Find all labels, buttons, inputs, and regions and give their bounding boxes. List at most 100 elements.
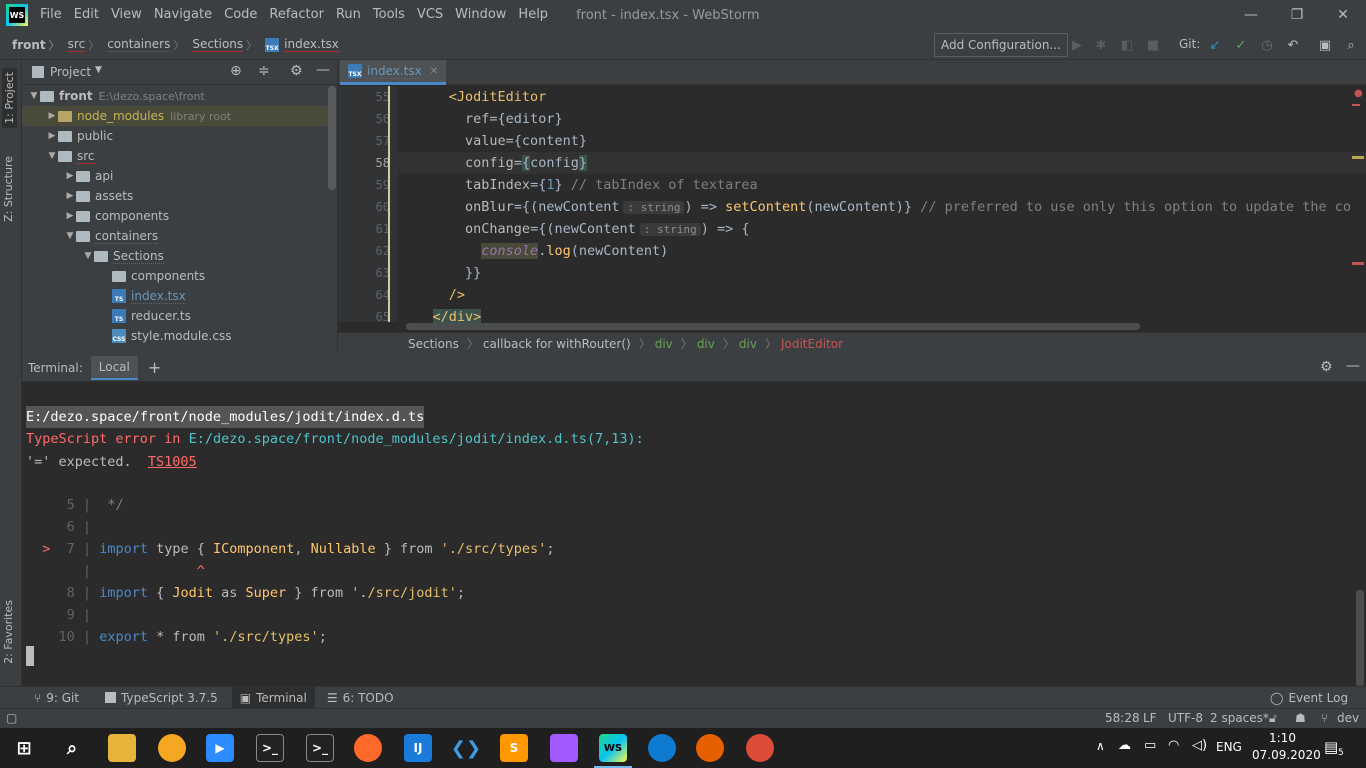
breadcrumb-sections[interactable]: Sections 〉 [192,37,257,53]
locate-icon[interactable]: ⊕ [230,63,242,79]
menu-code[interactable]: Code [218,0,263,30]
code-line-55[interactable]: <JoditEditor [400,86,547,108]
tree-item-containers[interactable]: ▼ containers [22,226,328,246]
tree-item-public[interactable]: ▶ public [22,126,328,146]
error-stripe-mark[interactable] [1352,104,1360,106]
debug-icon[interactable]: ✱ [1092,36,1110,54]
chevron-down-icon[interactable]: ▼ [28,91,40,101]
edge-icon[interactable] [648,734,676,762]
layout-icon[interactable]: ▣ [1316,36,1334,54]
breadcrumb-front[interactable]: front 〉 [12,37,60,53]
wifi-icon[interactable]: ◠ [1168,738,1179,753]
code-line-64[interactable]: /> [400,284,465,306]
chevron-down-icon[interactable]: ▼ [64,231,76,241]
sublime-icon[interactable]: S [500,734,528,762]
terminal-code-line-8[interactable]: 8 | import { Jodit as Super } from './sr… [26,582,465,604]
indent-setting[interactable]: 2 spaces* [1210,711,1269,725]
firefox-icon[interactable] [696,734,724,762]
console-app-icon[interactable]: >_ [306,734,334,762]
code-line-61[interactable]: onChange={(newContent: string) => { [400,218,749,240]
gear-icon[interactable]: ⚙ [1320,359,1333,375]
tree-item-sections[interactable]: ▼ Sections [22,246,328,266]
code-line-63[interactable]: }} [400,262,481,284]
terminal-path-line[interactable]: E:/dezo.space/front/node_modules/jodit/i… [26,406,425,428]
vscode-icon[interactable]: ❮❯ [451,734,481,762]
file-encoding[interactable]: UTF-8 [1168,711,1203,725]
error-indicator-icon[interactable]: ● [1354,88,1363,99]
hide-panel-icon[interactable]: — [1346,358,1360,374]
tree-item-style-module-css[interactable]: CSS style.module.css [22,326,328,346]
chevron-down-icon[interactable]: ▼ [82,251,94,261]
tree-item-src[interactable]: ▼ src [22,146,328,166]
chevron-right-icon[interactable]: ▶ [46,111,58,121]
inspector-icon[interactable]: ☗ [1295,711,1306,725]
terminal-code-line-9[interactable]: 9 | [26,604,91,626]
caret-position[interactable]: 58:28 [1105,711,1140,725]
terminal-expected-line[interactable]: '=' expected. TS1005 [26,451,197,473]
search-icon[interactable]: ⌕ [1342,36,1360,54]
crumb-callback[interactable]: callback for withRouter() [483,337,631,351]
terminal-scrollbar[interactable] [1356,590,1364,686]
tree-item-api[interactable]: ▶ api [22,166,328,186]
lock-icon[interactable]: 🔓︎ [1269,711,1277,726]
terminal-code-line-5[interactable]: 5 | */ [26,494,124,516]
tree-item-assets[interactable]: ▶ assets [22,186,328,206]
battery-icon[interactable]: ▭ [1144,738,1156,753]
close-button[interactable]: ✕ [1320,0,1366,30]
chevron-down-icon[interactable]: ▼ [46,151,58,161]
todo-tool-button[interactable]: ☰ 6: TODO [319,687,402,709]
tree-item-components[interactable]: ▶ components [22,206,328,226]
new-session-button[interactable]: + [148,358,161,377]
coverage-icon[interactable]: ◧ [1118,36,1136,54]
code-line-60[interactable]: onBlur={(newContent: string) => setConte… [400,196,1351,218]
menu-view[interactable]: View [105,0,148,30]
terminal-caret-line[interactable]: | ^ [26,560,205,582]
menu-tools[interactable]: Tools [367,0,411,30]
line-separator[interactable]: LF [1143,711,1157,725]
project-scrollbar[interactable] [328,86,336,190]
code-line-59[interactable]: tabIndex={1} // tabIndex of textarea [400,174,758,196]
figma-icon[interactable] [550,734,578,762]
tree-item-node-modules[interactable]: ▶ node_modules library root [22,106,328,126]
history-icon[interactable]: ◷ [1258,36,1276,54]
project-tool-tab[interactable]: 1: Project [2,68,17,128]
code-line-57[interactable]: value={content} [400,130,587,152]
terminal-tool-button[interactable]: ▣ Terminal [231,686,315,709]
postman-icon[interactable] [354,734,382,762]
menu-file[interactable]: File [34,0,68,30]
git-commit-icon[interactable]: ✓ [1232,36,1250,54]
crumb-sections[interactable]: Sections [408,337,459,351]
tray-network-error-icon[interactable]: ☁ [1118,738,1131,753]
run-icon[interactable]: ▶ [1068,36,1086,54]
hide-panel-icon[interactable]: — [316,62,330,78]
tree-item-components[interactable]: components [22,266,328,286]
search-icon[interactable]: ⌕ [58,734,86,762]
chevron-right-icon[interactable]: ▶ [64,171,76,181]
git-branch-icon[interactable]: ⑂ [1321,711,1328,725]
event-log-button[interactable]: ◯ Event Log [1262,687,1356,709]
tray-chevron-icon[interactable]: ∧ [1096,739,1105,753]
clock-time[interactable]: 1:10 [1269,731,1296,745]
tree-item-reducer-ts[interactable]: TS reducer.ts [22,306,328,326]
crumb-jodit-editor[interactable]: JoditEditor [781,337,843,351]
close-tab-icon[interactable]: ✕ [430,66,438,77]
toggle-tool-windows-icon[interactable]: ▢ [6,711,17,725]
windows-start-icon[interactable]: ⊞ [10,734,38,762]
zoom-icon[interactable]: ▶ [206,734,234,762]
tree-item-index-tsx[interactable]: TS index.tsx [22,286,328,306]
favorites-tool-tab[interactable]: 2: Favorites [2,600,15,664]
maximize-button[interactable]: ❐ [1274,0,1320,30]
chevron-right-icon[interactable]: ▶ [64,211,76,221]
tree-item-front[interactable]: ▼ front E:\dezo.space\front [22,86,328,106]
menu-help[interactable]: Help [512,0,554,30]
code-line-56[interactable]: ref={editor} [400,108,563,130]
chrome-icon[interactable] [746,734,774,762]
structure-tool-tab[interactable]: Z: Structure [2,156,15,222]
clock-date[interactable]: 07.09.2020 [1252,748,1321,762]
intellij-icon[interactable]: IJ [404,734,432,762]
minimize-button[interactable]: — [1228,0,1274,30]
media-player-icon[interactable] [158,734,186,762]
add-configuration-button[interactable]: Add Configuration... [934,33,1068,57]
terminal-error-line[interactable]: TypeScript error in E:/dezo.space/front/… [26,428,644,450]
breadcrumb-src[interactable]: src 〉 [67,37,99,53]
